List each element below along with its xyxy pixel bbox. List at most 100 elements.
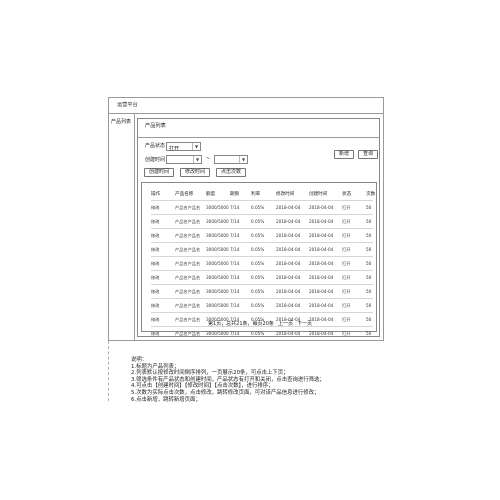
term-cell: 7/14 bbox=[230, 298, 251, 313]
edit-link[interactable]: 修改 bbox=[151, 256, 175, 271]
column-header[interactable]: 创建时间 bbox=[309, 187, 342, 201]
table-row: 修改 产品名产品名 3000/5000 7/14 0.05% 2018-04-04 2018… bbox=[151, 214, 373, 229]
sort-created-time-button[interactable]: 创建时间 bbox=[144, 168, 174, 177]
frame-top-border bbox=[108, 97, 383, 98]
created-end-select[interactable]: ▼ bbox=[214, 155, 248, 164]
product-name-cell: 产品名产品名 bbox=[175, 242, 206, 257]
edit-link[interactable]: 修改 bbox=[151, 284, 175, 299]
count-cell: 50 bbox=[366, 214, 373, 229]
modified-time-cell: 2018-04-04 bbox=[276, 214, 309, 229]
product-name-cell: 产品名产品名 bbox=[175, 228, 206, 243]
edit-link[interactable]: 修改 bbox=[151, 326, 175, 340]
count-cell: 50 bbox=[366, 228, 373, 243]
amount-cell: 3000/5000 bbox=[206, 298, 230, 313]
edit-link[interactable]: 修改 bbox=[151, 270, 175, 285]
sidebar-item-product-list[interactable]: 产品列表 bbox=[111, 120, 131, 125]
notes-title: 说明： bbox=[131, 357, 148, 363]
header-divider bbox=[108, 113, 384, 114]
rate-cell: 0.05% bbox=[251, 200, 276, 215]
modified-time-cell: 2018-04-04 bbox=[276, 200, 309, 215]
product-name-cell: 产品名产品名 bbox=[175, 326, 206, 340]
column-header[interactable]: 利率 bbox=[251, 187, 276, 201]
column-header[interactable]: 修改时间 bbox=[276, 187, 309, 201]
notes-dashed-border bbox=[108, 341, 109, 401]
panel-title: 产品列表 bbox=[145, 123, 166, 129]
created-filter-label: 创建时间 bbox=[145, 157, 166, 163]
table-header-row: 操作 产品名称 额度 期限 利率 修改时间 创建时间 状态 次数 bbox=[151, 187, 375, 201]
app-title: 运营平台 bbox=[117, 102, 138, 108]
amount-cell: 3000/5000 bbox=[206, 228, 230, 243]
sidebar-divider bbox=[134, 113, 135, 341]
edit-link[interactable]: 修改 bbox=[151, 228, 175, 243]
frame-bottom-border bbox=[108, 340, 384, 341]
product-name-cell: 产品名产品名 bbox=[175, 312, 206, 327]
count-cell: 50 bbox=[366, 256, 373, 271]
modified-time-cell: 2018-04-04 bbox=[276, 326, 309, 340]
amount-cell: 3000/5000 bbox=[206, 242, 230, 257]
add-button[interactable]: 新增 bbox=[334, 150, 354, 159]
table-row: 修改 产品名产品名 3000/5000 7/14 0.05% 2018-04-04 2018… bbox=[151, 270, 373, 285]
amount-cell: 3000/5000 bbox=[206, 326, 230, 340]
notes-line: 6.点击新增，跳转新增页面； bbox=[131, 396, 201, 403]
frame-left-border bbox=[108, 97, 109, 341]
rate-cell: 0.05% bbox=[251, 256, 276, 271]
product-name-cell: 产品名产品名 bbox=[175, 214, 206, 229]
amount-cell: 3000/5000 bbox=[206, 270, 230, 285]
pagination-next-link[interactable]: 下一页 bbox=[297, 322, 312, 327]
status-cell: 打开 bbox=[342, 214, 366, 229]
query-button[interactable]: 查询 bbox=[358, 150, 378, 159]
modified-time-cell: 2018-04-04 bbox=[276, 284, 309, 299]
product-name-cell: 产品名产品名 bbox=[175, 298, 206, 313]
column-header[interactable]: 产品名称 bbox=[175, 187, 206, 201]
pagination-prev-link[interactable]: 上一页 bbox=[278, 322, 293, 327]
column-header[interactable]: 状态 bbox=[342, 187, 366, 201]
amount-cell: 3000/5000 bbox=[206, 200, 230, 215]
chevron-down-icon: ▼ bbox=[239, 156, 247, 163]
edit-link[interactable]: 修改 bbox=[151, 242, 175, 257]
table-row: 修改 产品名产品名 3000/5000 7/14 0.05% 2018-04-04 2018… bbox=[151, 200, 373, 215]
edit-link[interactable]: 修改 bbox=[151, 298, 175, 313]
status-select[interactable]: 打开 ▼ bbox=[166, 142, 201, 152]
term-cell: 7/14 bbox=[230, 256, 251, 271]
column-header[interactable]: 操作 bbox=[151, 187, 175, 201]
created-time-cell: 2018-04-04 bbox=[309, 312, 342, 327]
column-header[interactable]: 额度 bbox=[206, 187, 230, 201]
notes-line: 2.列表默认按修改时间倒序排列，一页展示20条，可点击上下页； bbox=[131, 370, 289, 377]
sort-click-count-button[interactable]: 点击次数 bbox=[216, 168, 246, 177]
count-cell: 50 bbox=[366, 312, 373, 327]
amount-cell: 3000/5000 bbox=[206, 214, 230, 229]
term-cell: 7/14 bbox=[230, 228, 251, 243]
description-notes: 说明： 1.标题为产品列表； 2.列表默认按修改时间倒序排列，一页展示20条，可… bbox=[131, 357, 325, 403]
amount-cell: 3000/5000 bbox=[206, 256, 230, 271]
date-range-separator: ~ bbox=[206, 156, 211, 162]
table-row: 修改 产品名产品名 3000/5000 7/14 0.05% 2018-04-04 2018… bbox=[151, 284, 373, 299]
edit-link[interactable]: 修改 bbox=[151, 214, 175, 229]
table-row: 修改 产品名产品名 3000/5000 7/14 0.05% 2018-04-04 2018… bbox=[151, 298, 373, 313]
modified-time-cell: 2018-04-04 bbox=[276, 242, 309, 257]
pagination-summary: 第1页，总共21条，每页20条 bbox=[208, 321, 274, 327]
rate-cell: 0.05% bbox=[251, 270, 276, 285]
created-start-select[interactable]: ▼ bbox=[166, 155, 202, 164]
column-header[interactable]: 期限 bbox=[230, 187, 251, 201]
table-row: 修改 产品名产品名 3000/5000 7/14 0.05% 2018-04-04 2018… bbox=[151, 228, 373, 243]
edit-link[interactable]: 修改 bbox=[151, 312, 175, 327]
term-cell: 7/14 bbox=[230, 242, 251, 257]
status-cell: 打开 bbox=[342, 312, 366, 327]
sort-modified-time-button[interactable]: 修改时间 bbox=[180, 168, 210, 177]
created-time-cell: 2018-04-04 bbox=[309, 270, 342, 285]
product-name-cell: 产品名产品名 bbox=[175, 256, 206, 271]
term-cell: 7/14 bbox=[230, 200, 251, 215]
status-cell: 打开 bbox=[342, 284, 366, 299]
chevron-down-icon: ▼ bbox=[193, 156, 201, 163]
column-header[interactable]: 次数 bbox=[366, 187, 375, 201]
rate-cell: 0.05% bbox=[251, 242, 276, 257]
table-row: 修改 产品名产品名 3000/5000 7/14 0.05% 2018-04-04 2018… bbox=[151, 326, 373, 340]
edit-link[interactable]: 修改 bbox=[151, 200, 175, 215]
table-row: 修改 产品名产品名 3000/5000 7/14 0.05% 2018-04-04 2018… bbox=[151, 242, 373, 257]
modified-time-cell: 2018-04-04 bbox=[276, 256, 309, 271]
status-cell: 打开 bbox=[342, 326, 366, 340]
modified-time-cell: 2018-04-04 bbox=[276, 298, 309, 313]
chevron-down-icon: ▼ bbox=[192, 143, 200, 150]
rate-cell: 0.05% bbox=[251, 298, 276, 313]
created-time-cell: 2018-04-04 bbox=[309, 200, 342, 215]
